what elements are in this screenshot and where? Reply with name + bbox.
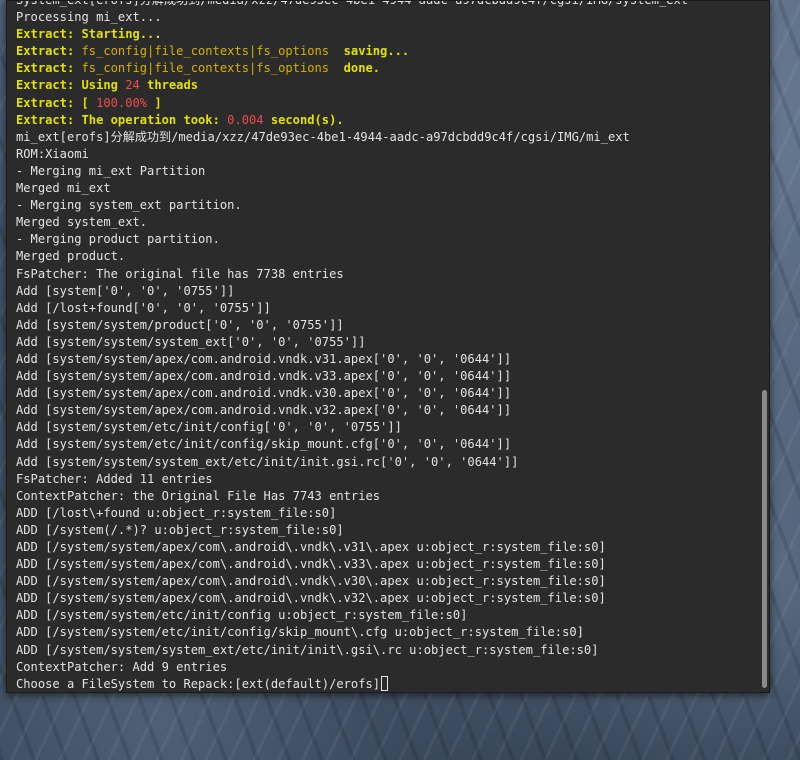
terminal-line: ADD [/system/system/apex/com\.android\.v… <box>16 573 753 590</box>
terminal-text-segment: Choose a FileSystem to Repack:[ext(defau… <box>16 676 381 691</box>
terminal-text-segment: - Merging mi_ext Partition <box>16 163 206 178</box>
terminal-text-segment: FsPatcher: The original file has 7738 en… <box>16 266 344 281</box>
terminal-line: System_ext[erofs]分解成功到/media/xzz/47de93e… <box>16 0 753 9</box>
terminal-text-segment: Extract: <box>16 61 82 76</box>
terminal-text-segment: ADD [/system/system/system_ext/etc/init/… <box>16 642 599 657</box>
terminal-text-segment: Add [system/system/apex/com.android.vndk… <box>16 386 512 401</box>
terminal-text-segment: mi_ext[erofs]分解成功到/media/xzz/47de93ec-4b… <box>16 129 630 144</box>
terminal-line: Add [/lost+found['0', '0', '0755']] <box>16 300 753 317</box>
terminal-line: FsPatcher: Added 11 entries <box>16 471 753 488</box>
terminal-text-segment: Merged mi_ext <box>16 181 111 196</box>
terminal-text-segment: Add [system/system/system_ext['0', '0', … <box>16 334 366 349</box>
terminal-line: - Merging mi_ext Partition <box>16 163 753 180</box>
terminal-line: Add [system['0', '0', '0755']] <box>16 283 753 300</box>
terminal-line: ADD [/system(/.*)? u:object_r:system_fil… <box>16 522 753 539</box>
terminal-line: Add [system/system/etc/init/config['0', … <box>16 419 753 436</box>
terminal-text-segment: Add [system/system/system_ext/etc/init/i… <box>16 454 519 469</box>
terminal-text-segment: Add [system/system/apex/com.android.vndk… <box>16 369 512 384</box>
terminal-window[interactable]: System_ext[erofs]分解成功到/media/xzz/47de93e… <box>6 0 770 693</box>
terminal-text-segment: ROM:Xiaomi <box>16 146 89 161</box>
terminal-text-segment: ADD [/system/system/apex/com\.android\.v… <box>16 574 606 589</box>
terminal-line: Add [system/system/apex/com.android.vndk… <box>16 402 753 419</box>
terminal-line: - Merging product partition. <box>16 231 753 248</box>
terminal-line: Choose a FileSystem to Repack:[ext(defau… <box>16 675 753 692</box>
terminal-text-segment: Merged system_ext. <box>16 215 148 230</box>
terminal-line: - Merging system_ext partition. <box>16 197 753 214</box>
terminal-text-segment: Extract: Using <box>16 78 126 93</box>
terminal-line: Add [system/system/apex/com.android.vndk… <box>16 385 753 402</box>
terminal-text-segment: - Merging product partition. <box>16 232 220 247</box>
terminal-text-segment: - Merging system_ext partition. <box>16 198 242 213</box>
terminal-text-segment: Extract: The operation took: <box>16 112 228 127</box>
terminal-text-segment: Add [system/system/etc/init/config['0', … <box>16 420 402 435</box>
terminal-text-segment: ] <box>147 95 162 110</box>
terminal-text-segment: Extract: [ <box>16 95 97 110</box>
terminal-line: ADD [/system/system/apex/com\.android\.v… <box>16 556 753 573</box>
terminal-text-segment: Extract: <box>16 44 82 59</box>
terminal-line: Extract: fs_config|file_contexts|fs_opti… <box>16 60 753 77</box>
terminal-line: mi_ext[erofs]分解成功到/media/xzz/47de93ec-4b… <box>16 129 753 146</box>
terminal-text-segment: done. <box>329 61 381 76</box>
terminal-text-segment: ADD [/system/system/apex/com\.android\.v… <box>16 557 606 572</box>
terminal-line: Add [system/system/apex/com.android.vndk… <box>16 351 753 368</box>
terminal-line: Merged product. <box>16 248 753 265</box>
terminal-text-segment: 0.004 <box>227 112 264 127</box>
terminal-text-segment: fs_config|file_contexts|fs_options <box>81 61 330 76</box>
terminal-line: ADD [/lost\+found u:object_r:system_file… <box>16 505 753 522</box>
terminal-line: Extract: The operation took: 0.004 secon… <box>16 112 753 129</box>
terminal-line: Processing mi_ext... <box>16 9 753 26</box>
terminal-line: ADD [/system/system/apex/com\.android\.v… <box>16 539 753 556</box>
terminal-text-segment: Add [system/system/product['0', '0', '07… <box>16 317 344 332</box>
terminal-text-segment: Merged product. <box>16 249 126 264</box>
terminal-line: Merged system_ext. <box>16 214 753 231</box>
terminal-text-segment: System_ext[erofs]分解成功到/media/xzz/47de93e… <box>16 0 689 7</box>
terminal-text-segment: FsPatcher: Added 11 entries <box>16 471 213 486</box>
terminal-text-segment: 24 <box>125 78 140 93</box>
block-cursor-icon <box>381 675 389 691</box>
terminal-text-segment: ADD [/system/system/etc/init/config/skip… <box>16 625 584 640</box>
terminal-line: FsPatcher: The original file has 7738 en… <box>16 266 753 283</box>
terminal-output: System_ext[erofs]分解成功到/media/xzz/47de93e… <box>16 0 753 692</box>
terminal-line: ROM:Xiaomi <box>16 146 753 163</box>
terminal-text-segment: threads <box>139 78 199 93</box>
terminal-line: Add [system/system/system_ext/etc/init/i… <box>16 454 753 471</box>
terminal-line: Extract: Starting... <box>16 26 753 43</box>
terminal-text-segment: Add [system/system/apex/com.android.vndk… <box>16 351 512 366</box>
scrollbar-thumb[interactable] <box>762 390 767 688</box>
terminal-text-segment: Processing mi_ext... <box>16 10 162 25</box>
terminal-text-segment: Add [system['0', '0', '0755']] <box>16 283 235 298</box>
terminal-text-segment: saving... <box>329 44 410 59</box>
terminal-line: Add [system/system/product['0', '0', '07… <box>16 317 753 334</box>
terminal-text-segment: ContextPatcher: Add 9 entries <box>16 659 228 674</box>
terminal-line: Extract: Using 24 threads <box>16 77 753 94</box>
terminal-text-segment: Add [/lost+found['0', '0', '0755']] <box>16 300 271 315</box>
terminal-text-segment: second(s). <box>263 112 344 127</box>
terminal-line: ContextPatcher: Add 9 entries <box>16 659 753 676</box>
terminal-text-segment: ADD [/system/system/apex/com\.android\.v… <box>16 591 606 606</box>
terminal-line: Extract: fs_config|file_contexts|fs_opti… <box>16 43 753 60</box>
terminal-text-segment: fs_config|file_contexts|fs_options <box>81 44 330 59</box>
terminal-text-segment: ADD [/system/system/etc/init/config u:ob… <box>16 608 468 623</box>
terminal-text-segment: ContextPatcher: the Original File Has 77… <box>16 488 381 503</box>
terminal-line: ADD [/system/system/apex/com\.android\.v… <box>16 590 753 607</box>
terminal-text-segment: ADD [/system/system/apex/com\.android\.v… <box>16 540 606 554</box>
terminal-text-segment: 100.00% <box>96 95 148 110</box>
terminal-text-segment: Add [system/system/apex/com.android.vndk… <box>16 403 512 418</box>
terminal-text-segment: Add [system/system/etc/init/config/skip_… <box>16 437 512 452</box>
terminal-line: Add [system/system/apex/com.android.vndk… <box>16 368 753 385</box>
terminal-line: ContextPatcher: the Original File Has 77… <box>16 488 753 505</box>
terminal-text-segment: Extract: Starting... <box>16 27 162 42</box>
terminal-line: ADD [/system/system/system_ext/etc/init/… <box>16 642 753 659</box>
terminal-line: ADD [/system/system/etc/init/config u:ob… <box>16 607 753 624</box>
terminal-line: ADD [/system/system/etc/init/config/skip… <box>16 624 753 641</box>
terminal-line: Extract: [ 100.00% ] <box>16 95 753 112</box>
terminal-line: Merged mi_ext <box>16 180 753 197</box>
terminal-line: Add [system/system/etc/init/config/skip_… <box>16 436 753 453</box>
terminal-text-segment: ADD [/system(/.*)? u:object_r:system_fil… <box>16 522 344 537</box>
terminal-text-segment: ADD [/lost\+found u:object_r:system_file… <box>16 505 337 520</box>
terminal-line: Add [system/system/system_ext['0', '0', … <box>16 334 753 351</box>
